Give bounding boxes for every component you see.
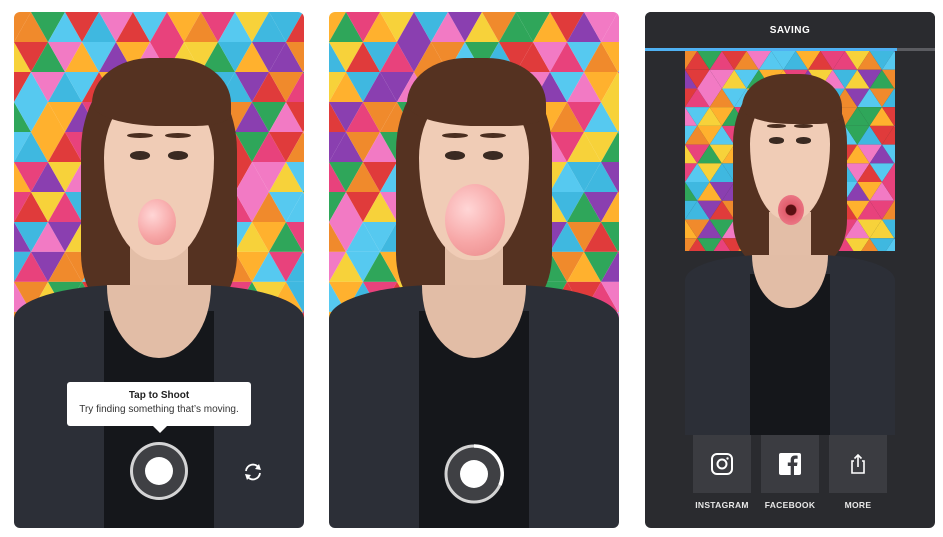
eye-right [167,151,188,160]
shutter-button-recording[interactable] [442,442,506,506]
facebook-button[interactable] [761,435,819,493]
tooltip-title: Tap to Shoot [128,390,190,401]
boomerang-preview [685,51,895,435]
flip-camera-icon[interactable] [242,461,264,483]
brow-left [766,123,786,128]
shutter-inner [145,457,173,485]
more-button[interactable] [829,435,887,493]
tap-to-shoot-tooltip: Tap to Shoot Try finding something that’… [67,382,251,433]
saving-header: SAVING [645,12,935,48]
instagram-button[interactable] [693,435,751,493]
eye-left [130,151,151,160]
eye-left [445,151,466,160]
bubble-gum [445,184,505,256]
eye-right [796,137,811,144]
more-label: MORE [844,500,872,510]
shutter-button[interactable] [130,442,188,500]
tooltip-text: Try finding something that’s moving. [79,404,239,415]
instagram-icon [711,453,733,475]
bubble-gum [138,199,176,245]
eye-right [482,151,503,160]
brow-right [794,123,814,128]
eye-left [769,137,784,144]
saving-screen: SAVING INSTAGRAM FACEBOOK MORE [645,12,935,528]
camera-screen-recording [329,12,619,528]
person-bangs [407,58,547,126]
camera-screen-tooltip: Tap to Shoot Try finding something that’… [14,12,304,528]
facebook-icon [779,453,801,475]
person-bangs [741,74,843,124]
preview-scene [685,51,895,435]
person-bangs [92,58,232,126]
share-icon [851,453,865,474]
puckered-lips [778,195,804,225]
